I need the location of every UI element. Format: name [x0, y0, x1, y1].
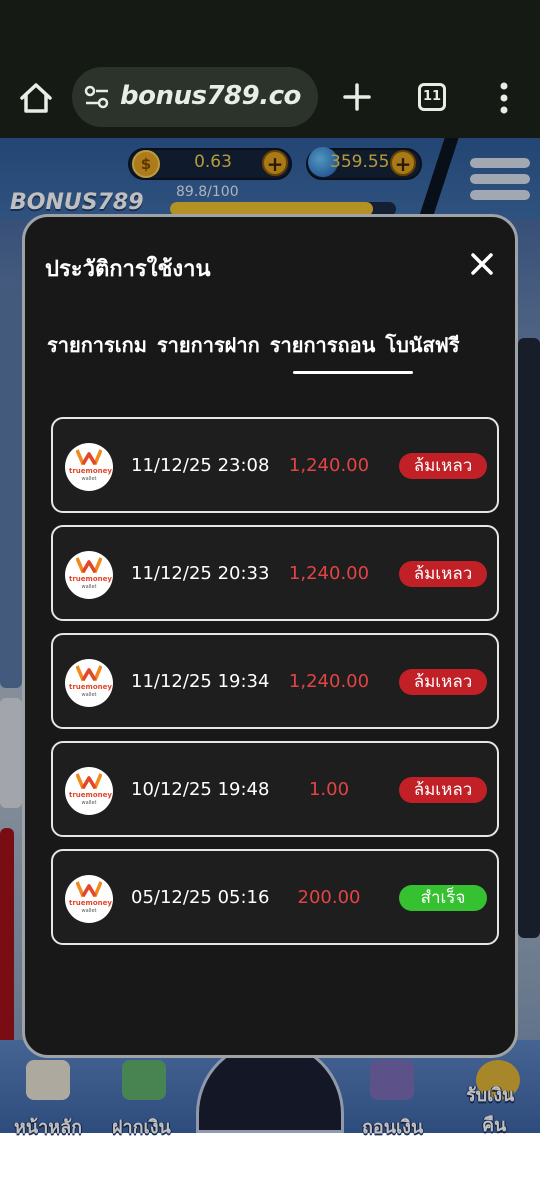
status-badge: สำเร็จ [399, 885, 487, 911]
transaction-row[interactable]: truemoney wallet 11/12/25 19:34 1,240.00… [51, 633, 499, 729]
wallet-logo-line1: truemoney [69, 899, 112, 907]
status-bar [0, 0, 540, 56]
transaction-row[interactable]: truemoney wallet 05/12/25 05:16 200.00 ส… [51, 849, 499, 945]
close-icon[interactable] [467, 249, 497, 279]
transaction-datetime: 11/12/25 23:08 [131, 455, 270, 476]
truemoney-w-icon [76, 881, 102, 897]
wallet-logo-line2: wallet [81, 908, 97, 914]
truemoney-wallet-icon: truemoney wallet [65, 443, 113, 491]
new-tab-icon[interactable] [342, 82, 372, 112]
site-settings-icon[interactable] [84, 85, 110, 109]
transaction-list: truemoney wallet 11/12/25 23:08 1,240.00… [51, 417, 499, 957]
url-text[interactable]: bonus789.co [120, 81, 301, 111]
wallet-logo-line1: truemoney [69, 467, 112, 475]
tab-count: 11 [422, 89, 442, 104]
transaction-row[interactable]: truemoney wallet 11/12/25 23:08 1,240.00… [51, 417, 499, 513]
transaction-datetime: 10/12/25 19:48 [131, 779, 270, 800]
transaction-amount: 1,240.00 [288, 671, 370, 692]
tab-games[interactable]: รายการเกม [47, 329, 147, 361]
transaction-amount: 1,240.00 [288, 563, 370, 584]
status-badge: ล้มเหลว [399, 777, 487, 803]
tab-free-bonus[interactable]: โบนัสฟรี [385, 329, 459, 361]
truemoney-w-icon [76, 665, 102, 681]
status-badge: ล้มเหลว [399, 669, 487, 695]
tab-switcher-button[interactable]: 11 [418, 83, 446, 111]
wallet-logo-line1: truemoney [69, 791, 112, 799]
truemoney-w-icon [76, 449, 102, 465]
status-badge: ล้มเหลว [399, 453, 487, 479]
tab-deposits[interactable]: รายการฝาก [157, 329, 260, 361]
truemoney-wallet-icon: truemoney wallet [65, 875, 113, 923]
wallet-logo-line2: wallet [81, 584, 97, 590]
transaction-amount: 200.00 [297, 887, 361, 908]
wallet-logo-line2: wallet [81, 476, 97, 482]
more-menu-icon[interactable] [494, 80, 514, 116]
truemoney-wallet-icon: truemoney wallet [65, 551, 113, 599]
truemoney-w-icon [76, 773, 102, 789]
transaction-amount: 1,240.00 [288, 455, 370, 476]
active-tab-indicator [293, 371, 413, 374]
transaction-datetime: 11/12/25 20:33 [131, 563, 270, 584]
transaction-datetime: 11/12/25 19:34 [131, 671, 270, 692]
transaction-amount: 1.00 [308, 779, 350, 800]
truemoney-wallet-icon: truemoney wallet [65, 659, 113, 707]
wallet-logo-line1: truemoney [69, 575, 112, 583]
transaction-datetime: 05/12/25 05:16 [131, 887, 270, 908]
truemoney-w-icon [76, 557, 102, 573]
tab-withdrawals[interactable]: รายการถอน [270, 329, 376, 361]
status-badge: ล้มเหลว [399, 561, 487, 587]
transaction-row[interactable]: truemoney wallet 11/12/25 20:33 1,240.00… [51, 525, 499, 621]
history-modal: ประวัติการใช้งาน รายการเกม รายการฝาก ราย… [22, 214, 518, 1058]
modal-title: ประวัติการใช้งาน [45, 257, 211, 282]
home-icon[interactable] [18, 80, 54, 116]
wallet-logo-line2: wallet [81, 692, 97, 698]
wallet-logo-line2: wallet [81, 800, 97, 806]
history-tabs: รายการเกม รายการฝาก รายการถอน โบนัสฟรี [47, 329, 507, 361]
transaction-row[interactable]: truemoney wallet 10/12/25 19:48 1.00 ล้ม… [51, 741, 499, 837]
wallet-logo-line1: truemoney [69, 683, 112, 691]
browser-toolbar: bonus789.co 11 [0, 56, 540, 138]
truemoney-wallet-icon: truemoney wallet [65, 767, 113, 815]
address-bar[interactable]: bonus789.co [72, 67, 318, 127]
